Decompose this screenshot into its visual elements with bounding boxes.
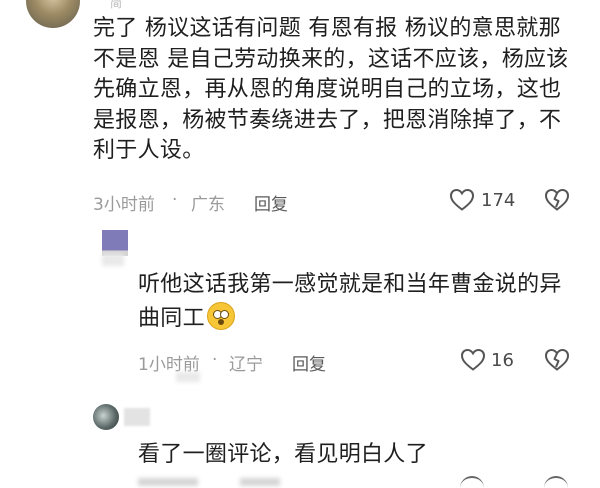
avatar[interactable] (93, 404, 119, 430)
blurred-username (124, 408, 150, 426)
meta-separator: · (212, 350, 218, 370)
blurred-username (102, 254, 124, 266)
blurred-region (138, 478, 198, 486)
like-count: 16 (491, 350, 514, 371)
reply-button[interactable]: 回复 (254, 190, 288, 215)
blurred-region (240, 478, 280, 486)
avatar[interactable] (26, 0, 80, 28)
reply-button[interactable]: 回复 (292, 350, 326, 375)
comment-location: 广东 (191, 195, 225, 215)
like-icon[interactable] (449, 188, 475, 212)
comment-location: 辽宁 (229, 355, 263, 375)
avatar[interactable] (102, 230, 128, 256)
astonished-face-icon (206, 302, 235, 330)
comment-text: 完了 杨议这话有问题 有恩有报 杨议的意思就那不是恩 是自己劳动换来的，这话不应… (93, 16, 569, 163)
comment-text: 看了一圈评论，看见明白人了 (138, 442, 428, 467)
meta-separator: · (172, 190, 178, 210)
like-icon[interactable] (460, 476, 484, 488)
dislike-icon[interactable] (544, 476, 568, 488)
username[interactable]: 简 (110, 0, 122, 11)
comment-time: 3小时前 (93, 195, 155, 215)
like-count: 174 (481, 190, 516, 211)
blurred-region (176, 372, 200, 382)
dislike-icon[interactable] (544, 188, 570, 212)
like-icon[interactable] (460, 348, 486, 372)
comment-text-content: 听他这话我第一感觉就是和当年曹金说的异曲同工 (138, 272, 562, 331)
comment-text: 听他这话我第一感觉就是和当年曹金说的异曲同工 (138, 268, 583, 336)
dislike-icon[interactable] (544, 348, 570, 372)
